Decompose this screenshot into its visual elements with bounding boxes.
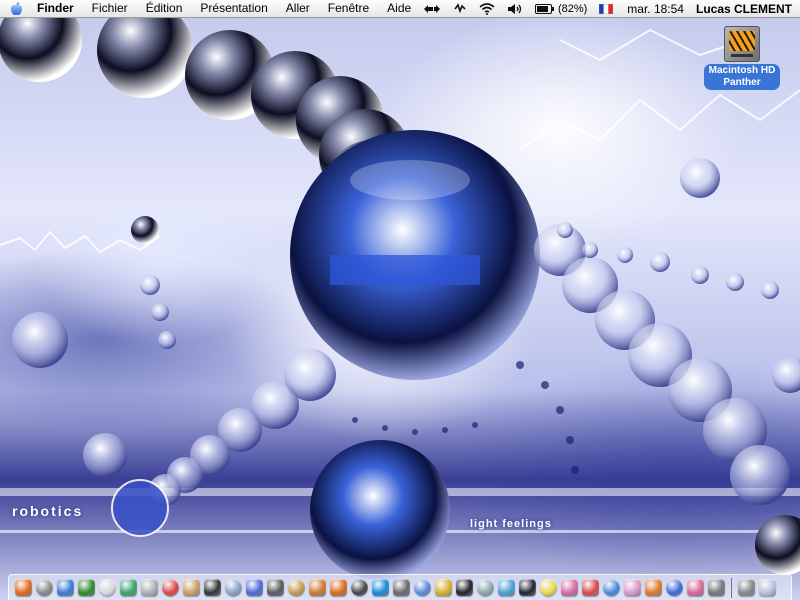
- dock-item-terminal-icon[interactable]: [204, 579, 221, 596]
- menu-finder[interactable]: Finder: [34, 0, 83, 17]
- dock-item-stickies-icon[interactable]: [540, 579, 557, 596]
- dock-item-garageband-icon[interactable]: [435, 579, 452, 596]
- menu-fichier[interactable]: Fichier: [83, 0, 137, 17]
- dock-item-preview-icon[interactable]: [225, 579, 242, 596]
- volume-icon[interactable]: [501, 0, 529, 17]
- fast-user-switch-name[interactable]: Lucas CLEMENT: [692, 2, 800, 16]
- menu-presentation[interactable]: Présentation: [191, 0, 276, 17]
- desktop-icon-label: Macintosh HD Panther: [703, 64, 781, 90]
- dock-item-downloads-icon[interactable]: [738, 579, 755, 596]
- dock-item-finder-icon[interactable]: [15, 579, 32, 596]
- dock-item-app-p-icon[interactable]: [582, 579, 599, 596]
- dock-item-console-icon[interactable]: [519, 579, 536, 596]
- dock-item-skype-icon[interactable]: [372, 579, 389, 596]
- dock-item-system-prefs-icon[interactable]: [36, 579, 53, 596]
- dock-item-illustrator-icon[interactable]: [309, 579, 326, 596]
- menu-aide[interactable]: Aide: [378, 0, 420, 17]
- dock: [8, 574, 792, 600]
- menu-aller[interactable]: Aller: [277, 0, 319, 17]
- dock-item-network-icon[interactable]: [267, 579, 284, 596]
- dock-item-photoshop-icon[interactable]: [288, 579, 305, 596]
- wifi-icon[interactable]: [473, 0, 501, 17]
- dock-item-app-u-icon[interactable]: [603, 579, 620, 596]
- dock-item-app-fire-icon[interactable]: [645, 579, 662, 596]
- desktop-icon-label-line1: Macintosh HD: [708, 65, 776, 76]
- dock-item-itunes-icon[interactable]: [120, 579, 137, 596]
- dock-item-app-cat-icon[interactable]: [624, 579, 641, 596]
- desktop-wallpaper: robotics light feelings: [0, 0, 800, 600]
- wallpaper-title: robotics: [12, 503, 84, 519]
- dock-item-app-pink-icon[interactable]: [687, 579, 704, 596]
- dock-item-safari-icon[interactable]: [57, 579, 74, 596]
- menu-edition[interactable]: Édition: [137, 0, 192, 17]
- dock-item-x11-icon[interactable]: [456, 579, 473, 596]
- dock-item-ichat-icon[interactable]: [99, 579, 116, 596]
- dock-item-camino-icon[interactable]: [351, 579, 368, 596]
- dock-item-firefox-icon[interactable]: [330, 579, 347, 596]
- battery-status[interactable]: (82%): [529, 0, 593, 17]
- dock-item-app-gray-icon[interactable]: [708, 579, 725, 596]
- dock-item-quicktime-icon[interactable]: [246, 579, 263, 596]
- desktop-icon-label-line2: Panther: [723, 77, 761, 88]
- dock-item-address-book-icon[interactable]: [183, 579, 200, 596]
- dock-item-app-k-icon[interactable]: [561, 579, 578, 596]
- battery-percent: (82%): [557, 2, 588, 15]
- dock-separator: [731, 577, 732, 598]
- hard-drive-icon: [724, 26, 760, 62]
- wallpaper-art: [0, 0, 800, 580]
- menu-fenetre[interactable]: Fenêtre: [319, 0, 378, 17]
- dock-item-iphoto-icon[interactable]: [141, 579, 158, 596]
- dock-item-trash-icon[interactable]: [759, 579, 776, 596]
- wallpaper-subtitle: light feelings: [470, 518, 552, 530]
- desktop-icon-macintosh-hd[interactable]: Macintosh HD Panther: [690, 26, 794, 90]
- vpn-icon[interactable]: [447, 0, 473, 17]
- apple-icon[interactable]: [10, 1, 24, 16]
- dock-item-utility-icon[interactable]: [393, 579, 410, 596]
- dock-item-mail-icon[interactable]: [78, 579, 95, 596]
- french-flag-icon[interactable]: [593, 0, 619, 17]
- battery-icon: [534, 3, 555, 14]
- dock-item-disk-utility-icon[interactable]: [477, 579, 494, 596]
- dock-item-ical-icon[interactable]: [162, 579, 179, 596]
- dock-item-imovie-icon[interactable]: [414, 579, 431, 596]
- sync-arrows-icon[interactable]: [417, 0, 447, 17]
- menubar-clock[interactable]: mar. 18:54: [619, 2, 692, 16]
- dock-item-app-blue-icon[interactable]: [666, 579, 683, 596]
- menu-bar: Finder Fichier Édition Présentation Alle…: [0, 0, 800, 18]
- dock-item-monitor-icon[interactable]: [498, 579, 515, 596]
